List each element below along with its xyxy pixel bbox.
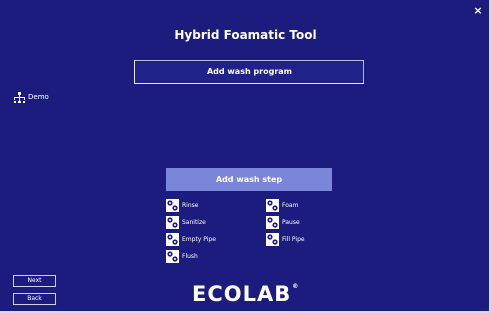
button-border (363, 60, 364, 83)
step-item-sanitize[interactable]: Sanitize (166, 215, 206, 229)
step-item-rinse[interactable]: Rinse (166, 198, 198, 212)
back-button[interactable]: Back (13, 293, 56, 305)
step-item-flush[interactable]: Flush (166, 249, 198, 263)
step-label: Sanitize (182, 218, 206, 226)
step-gear-icon (166, 232, 179, 246)
add-wash-program-button[interactable]: Add wash program (134, 60, 364, 84)
step-label: Fill Pipe (282, 235, 305, 243)
step-gear-icon (166, 198, 179, 212)
step-gear-icon (266, 198, 279, 212)
step-gear-icon (266, 232, 279, 246)
step-label: Pause (282, 218, 300, 226)
program-item-demo[interactable]: Demo (14, 91, 49, 103)
step-item-foam[interactable]: Foam (266, 198, 298, 212)
step-gear-icon (166, 215, 179, 229)
step-gear-icon (266, 215, 279, 229)
program-item-label: Demo (28, 93, 49, 101)
program-tree-icon (14, 91, 25, 103)
ecolab-logo: ECOLAB ® (192, 282, 299, 306)
button-border (135, 60, 364, 61)
step-label: Foam (282, 201, 299, 209)
step-item-empty-pipe[interactable]: Empty Pipe (166, 232, 216, 246)
step-gear-icon (166, 249, 179, 263)
next-button[interactable]: Next (13, 275, 56, 287)
logo-text: ECOLAB (192, 282, 292, 306)
step-label: Flush (182, 252, 198, 260)
step-label: Empty Pipe (182, 235, 216, 243)
close-button[interactable]: × (471, 4, 485, 18)
page-title: Hybrid Foamatic Tool (174, 28, 317, 42)
step-item-fill-pipe[interactable]: Fill Pipe (266, 232, 305, 246)
step-item-pause[interactable]: Pause (266, 215, 300, 229)
registered-mark: ® (292, 283, 300, 290)
app-window: × Hybrid Foamatic Tool Add wash program … (0, 0, 491, 313)
step-label: Rinse (182, 201, 199, 209)
add-wash-step-button[interactable]: Add wash step (166, 168, 332, 191)
add-wash-program-label: Add wash program (206, 67, 293, 76)
